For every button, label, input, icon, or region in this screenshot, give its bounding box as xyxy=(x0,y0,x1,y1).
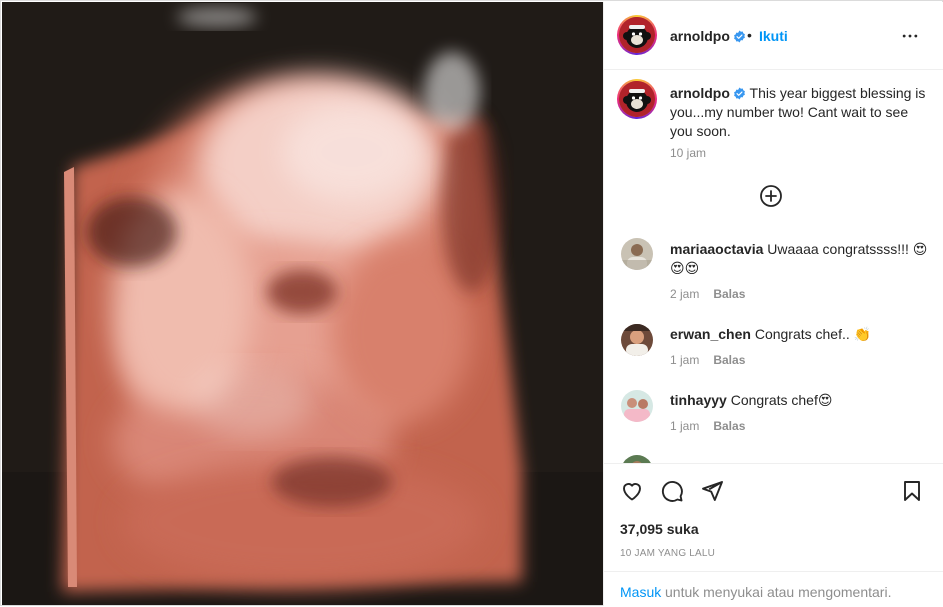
comment-text: Congrats chef😍 xyxy=(730,392,833,408)
comment-time: 2 jam xyxy=(670,287,700,301)
caption-author-avatar[interactable] xyxy=(617,79,657,119)
monkey-logo-icon xyxy=(619,81,655,117)
comment-meta: 1 jam Balas xyxy=(670,419,745,433)
reply-button[interactable]: Balas xyxy=(713,353,745,367)
user-photo-icon xyxy=(621,238,653,270)
user-photo-icon xyxy=(621,324,653,356)
send-icon[interactable] xyxy=(700,479,724,503)
author-username[interactable]: arnoldpo xyxy=(670,28,746,44)
post-window: arnoldpo • Ikuti arnoldpo This year bigg… xyxy=(0,0,943,606)
login-link[interactable]: Masuk xyxy=(620,584,661,600)
separator-dot: • xyxy=(747,27,752,43)
comment-avatar[interactable] xyxy=(621,390,653,422)
verified-badge-icon xyxy=(733,87,745,100)
caption-timestamp: 10 jam xyxy=(670,146,707,160)
reply-button[interactable]: Balas xyxy=(713,419,745,433)
comment-username[interactable]: mariaaoctavia xyxy=(670,241,763,257)
comment-time: 1 jam xyxy=(670,353,700,367)
comment-meta: 1 jam Balas xyxy=(670,353,745,367)
post-photo[interactable] xyxy=(2,2,603,605)
more-options-icon[interactable] xyxy=(900,26,920,46)
comment-avatar[interactable] xyxy=(621,324,653,356)
load-more-comments-icon[interactable] xyxy=(759,184,783,208)
comment-text: Congrats chef.. 👏 xyxy=(754,326,872,342)
heart-icon[interactable] xyxy=(620,479,644,503)
comments-list[interactable]: arnoldpo This year biggest blessing is y… xyxy=(604,71,943,463)
author-name[interactable]: arnoldpo xyxy=(670,28,730,44)
comment-icon[interactable] xyxy=(660,479,684,503)
comment-meta: 2 jam Balas xyxy=(670,287,745,301)
comment-body: erwan_chen Congrats chef.. 👏 xyxy=(670,325,932,344)
comment-body: tinhayyy Congrats chef😍 xyxy=(670,391,932,410)
post-sidebar: arnoldpo • Ikuti arnoldpo This year bigg… xyxy=(603,2,943,606)
comment-body: mariaaoctavia Uwaaaa congratssss!!! 😍😍😍 xyxy=(670,240,932,278)
ultrasound-image xyxy=(2,2,603,605)
post-caption: arnoldpo This year biggest blessing is y… xyxy=(670,84,932,141)
post-time-ago[interactable]: 10 JAM YANG LALU xyxy=(620,548,715,559)
comment-username[interactable]: erwan_chen xyxy=(670,326,751,342)
user-photo-icon xyxy=(621,455,653,463)
comment-username[interactable]: tinhayyy xyxy=(670,392,727,408)
comment-avatar[interactable] xyxy=(621,238,653,270)
post-actions: 37,095 suka 10 JAM YANG LALU Masuk untuk… xyxy=(604,463,943,603)
author-avatar[interactable] xyxy=(617,15,657,55)
verified-badge-icon xyxy=(733,30,745,43)
caption-username[interactable]: arnoldpo xyxy=(670,85,730,101)
comment-time: 1 jam xyxy=(670,419,700,433)
reply-button[interactable]: Balas xyxy=(713,287,745,301)
monkey-logo-icon xyxy=(619,17,655,53)
like-count[interactable]: 37,095 suka xyxy=(620,521,699,537)
user-photo-icon xyxy=(621,390,653,422)
comment-avatar[interactable] xyxy=(621,455,653,463)
post-header: arnoldpo • Ikuti xyxy=(604,2,943,70)
login-prompt: Masuk untuk menyukai atau mengomentari. xyxy=(604,571,943,607)
login-prompt-text: untuk menyukai atau mengomentari. xyxy=(665,584,892,600)
bookmark-icon[interactable] xyxy=(900,479,924,503)
follow-button[interactable]: Ikuti xyxy=(759,28,788,44)
